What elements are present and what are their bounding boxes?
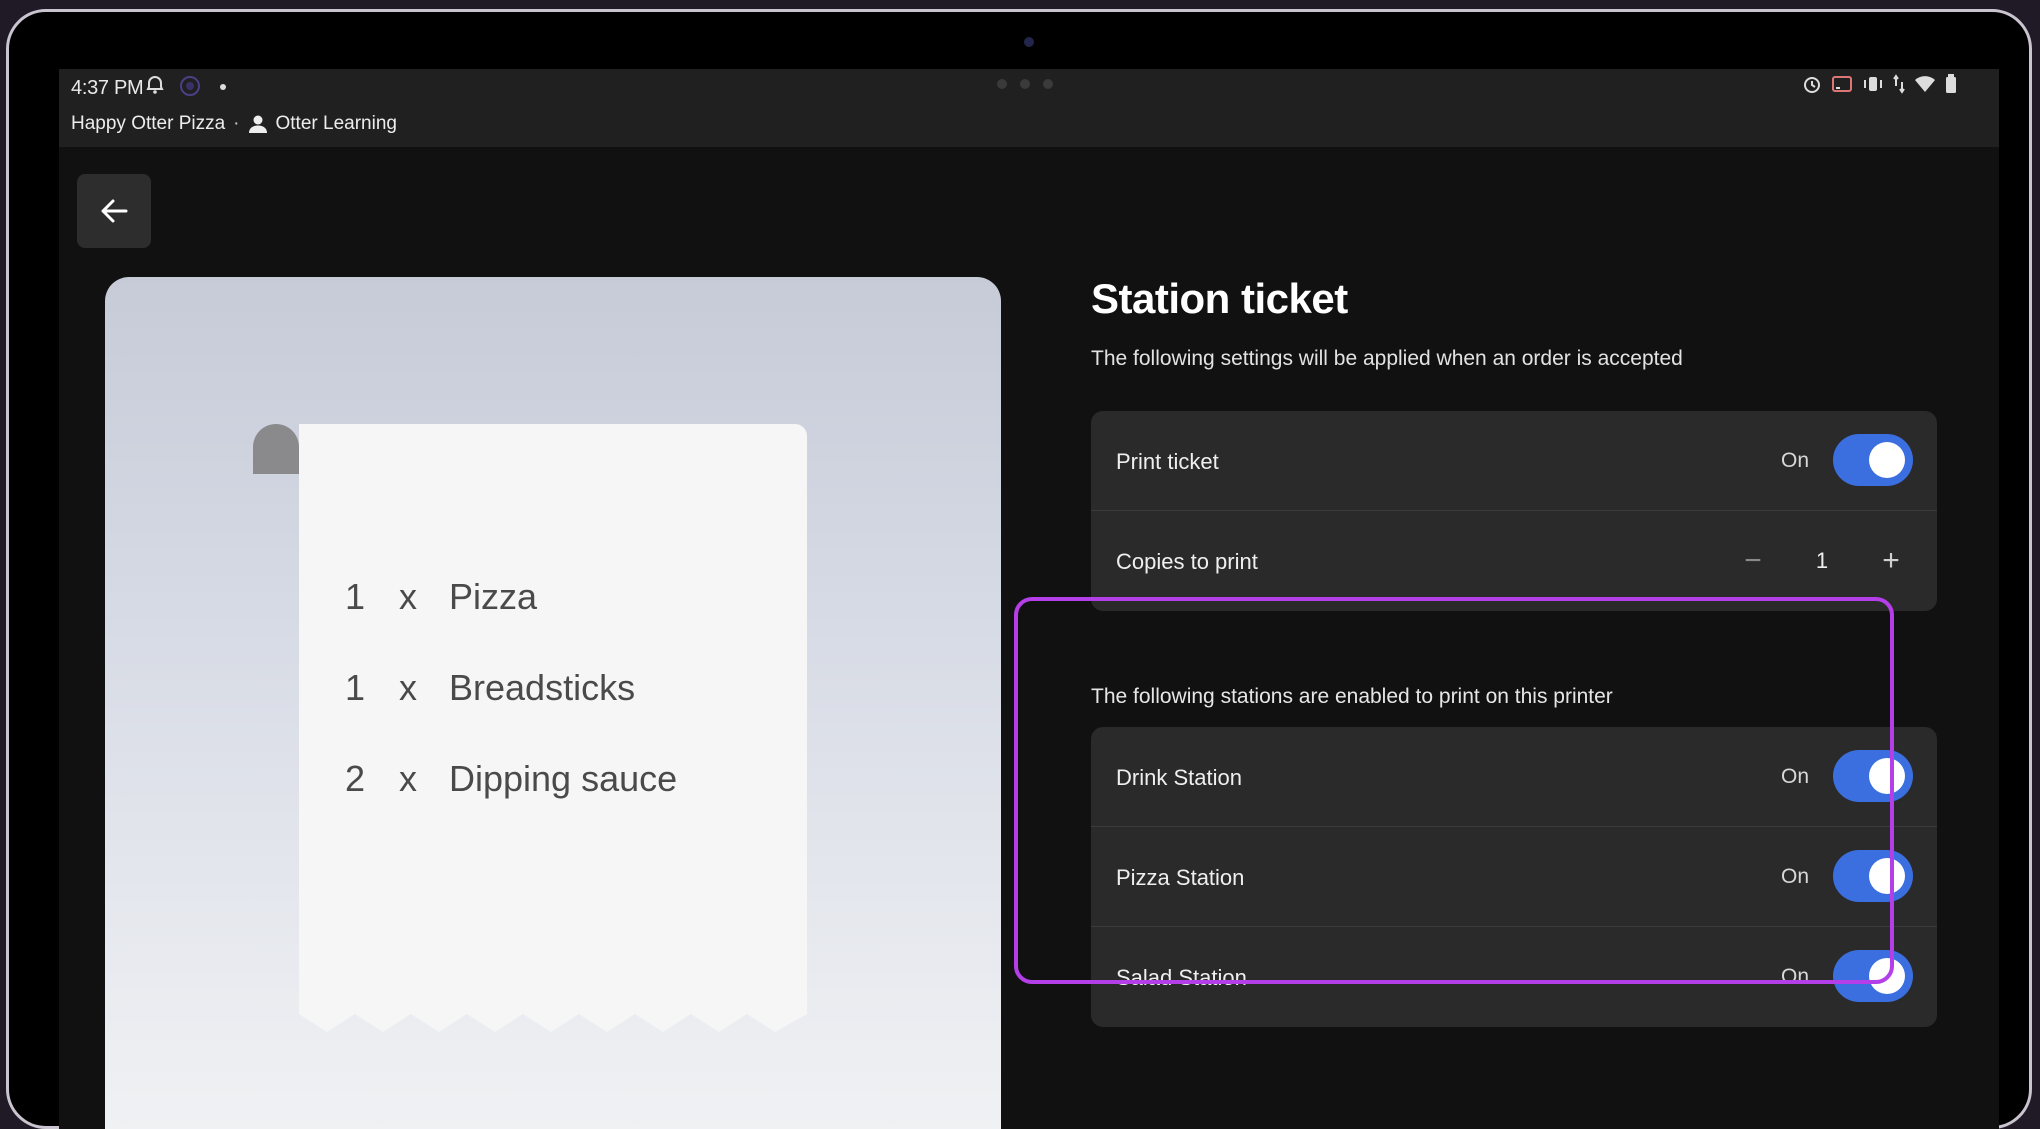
dot-icon — [213, 75, 233, 97]
copies-value: 1 — [1815, 548, 1829, 573]
receipt-paper: 1 x Pizza 1 x Breadsticks 2 x Dipping sa… — [299, 424, 807, 1032]
item-qty: 2 — [345, 758, 366, 799]
copies-row: Copies to print − 1 + — [1091, 511, 1937, 611]
status-left-icons — [145, 75, 233, 97]
item-times: x — [399, 758, 417, 799]
status-right-icons — [1802, 74, 1957, 99]
store-info: Happy Otter Pizza · Otter Learning — [71, 113, 397, 135]
copies-label: Copies to print — [1116, 549, 1258, 574]
print-ticket-row: Print ticket On — [1091, 411, 1937, 511]
battery-icon — [1945, 74, 1957, 99]
stations-highlight-box — [1014, 597, 1894, 984]
notification-icon — [145, 75, 165, 97]
back-button[interactable] — [77, 174, 151, 248]
item-qty: 1 — [345, 576, 366, 617]
separator: · — [233, 113, 240, 134]
front-camera — [1024, 37, 1034, 47]
arrow-left-icon — [101, 199, 128, 223]
vibrate-icon — [1862, 74, 1884, 99]
page-title: Station ticket — [1091, 275, 1348, 322]
toggle-knob — [1869, 442, 1905, 478]
print-ticket-state: On — [1780, 449, 1809, 472]
ticket-settings-card: Print ticket On Copies to print − 1 + — [1091, 411, 1937, 611]
print-ticket-label: Print ticket — [1116, 449, 1219, 474]
ticket-preview: 1 x Pizza 1 x Breadsticks 2 x Dipping sa… — [105, 277, 1001, 1129]
item-name: Pizza — [449, 576, 538, 617]
store-name: Happy Otter Pizza — [71, 113, 226, 134]
system-dots — [997, 79, 1053, 89]
item-times: x — [399, 576, 417, 617]
status-bar: 4:37 PM Happy Otter Pizza · Otter Learni… — [59, 69, 1999, 147]
item-name: Dipping sauce — [449, 758, 678, 799]
printer-roll-tab — [253, 424, 299, 474]
user-name: Otter Learning — [275, 113, 397, 134]
status-time: 4:37 PM — [71, 77, 144, 99]
person-icon — [248, 114, 268, 134]
copies-stepper: − 1 + — [1733, 541, 1911, 581]
decrement-button[interactable]: − — [1733, 541, 1773, 581]
receipt-line-item: 1 x Breadsticks — [345, 667, 635, 709]
receipt-line-item: 1 x Pizza — [345, 576, 537, 618]
receipt-torn-edge — [299, 1012, 807, 1032]
item-times: x — [399, 667, 417, 708]
receipt-line-item: 2 x Dipping sauce — [345, 758, 677, 800]
cast-icon — [1831, 74, 1853, 99]
increment-button[interactable]: + — [1871, 541, 1911, 581]
data-icon — [1893, 74, 1905, 99]
app-logo-icon — [179, 75, 200, 97]
wifi-icon — [1914, 74, 1936, 99]
item-qty: 1 — [345, 667, 366, 708]
alarm-icon — [1802, 74, 1822, 99]
page-subtitle: The following settings will be applied w… — [1091, 347, 1683, 370]
print-ticket-toggle[interactable] — [1833, 434, 1913, 486]
item-name: Breadsticks — [449, 667, 636, 708]
